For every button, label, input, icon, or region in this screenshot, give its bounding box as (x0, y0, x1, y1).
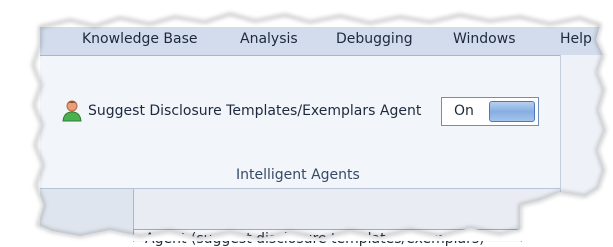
screenshot: Knowledge Base Analysis Debugging Window… (0, 0, 613, 247)
torn-edge-frame (0, 0, 613, 241)
